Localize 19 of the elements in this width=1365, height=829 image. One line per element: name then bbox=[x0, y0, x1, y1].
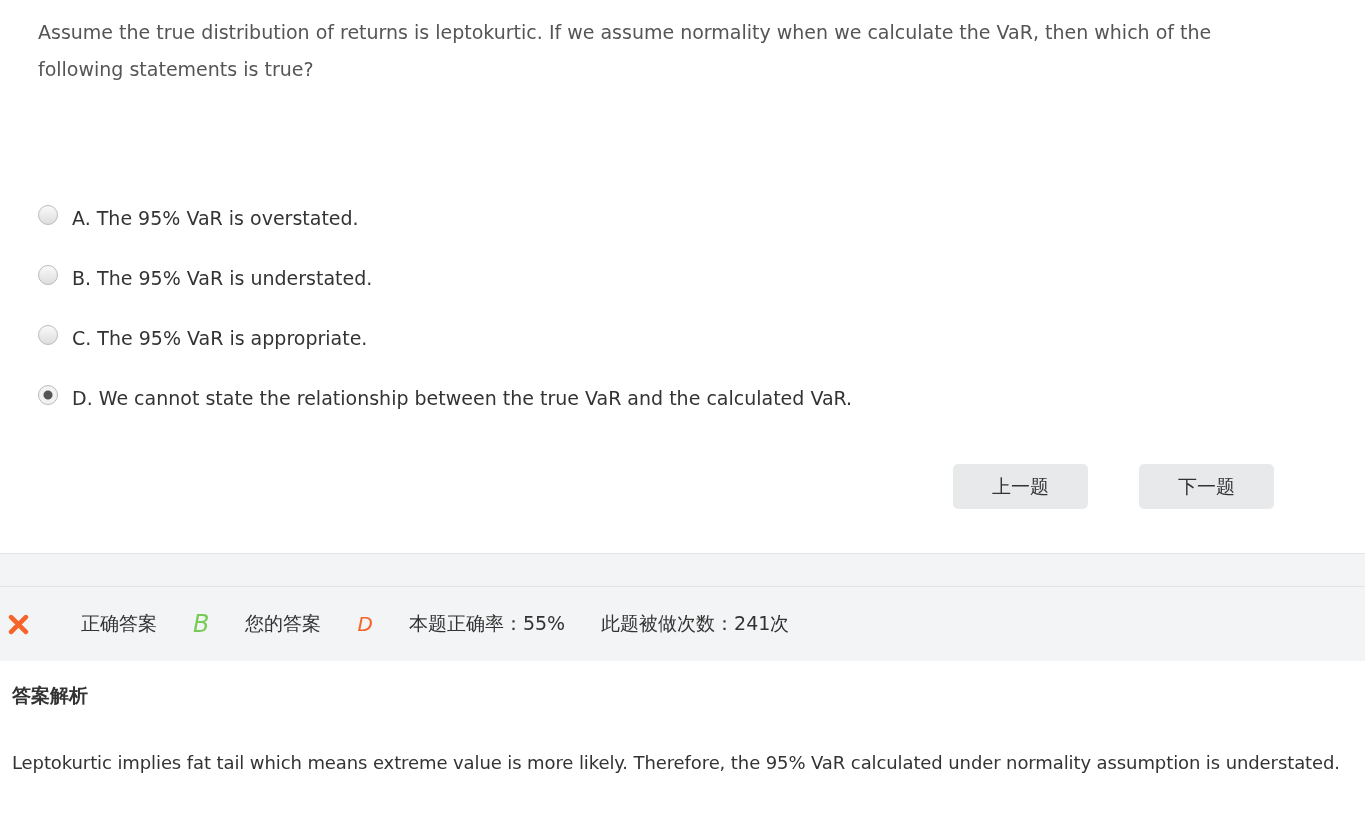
nav-button[interactable]: 上一题 bbox=[953, 464, 1088, 509]
radio-button[interactable] bbox=[38, 265, 58, 285]
option-label[interactable]: B. The 95% VaR is understated. bbox=[72, 267, 373, 289]
option-label[interactable]: A. The 95% VaR is overstated. bbox=[72, 207, 359, 229]
radio-button[interactable] bbox=[38, 325, 58, 345]
explanation-heading: 答案解析 bbox=[12, 683, 89, 708]
radio-button[interactable] bbox=[38, 205, 58, 225]
nav-button[interactable]: 下一题 bbox=[1139, 464, 1274, 509]
accuracy-rate: 本题正确率：55% bbox=[408, 611, 566, 636]
correct-answer: B bbox=[193, 610, 210, 638]
option-label[interactable]: D. We cannot state the relationship between the true VaR and the calculated VaR. bbox=[72, 387, 853, 409]
correct-answer-label: 正确答案 bbox=[81, 611, 157, 636]
explanation-text: Leptokurtic implies fat tail which means extreme value is more likely. Therefore, the 95% VaR calculated under normality assumption is understated. bbox=[12, 751, 1341, 775]
your-answer: D bbox=[357, 612, 373, 636]
question-text: Assume the true distribution of returns is leptokurtic. If we assume normality when we calculate the VaR, then which of the following statements is true? bbox=[38, 20, 1213, 82]
attempt-count: 此题被做次数：241次 bbox=[601, 611, 790, 636]
radio-button[interactable] bbox=[38, 385, 58, 405]
your-answer-label: 您的答案 bbox=[245, 611, 322, 636]
option-label[interactable]: C. The 95% VaR is appropriate. bbox=[72, 327, 368, 349]
